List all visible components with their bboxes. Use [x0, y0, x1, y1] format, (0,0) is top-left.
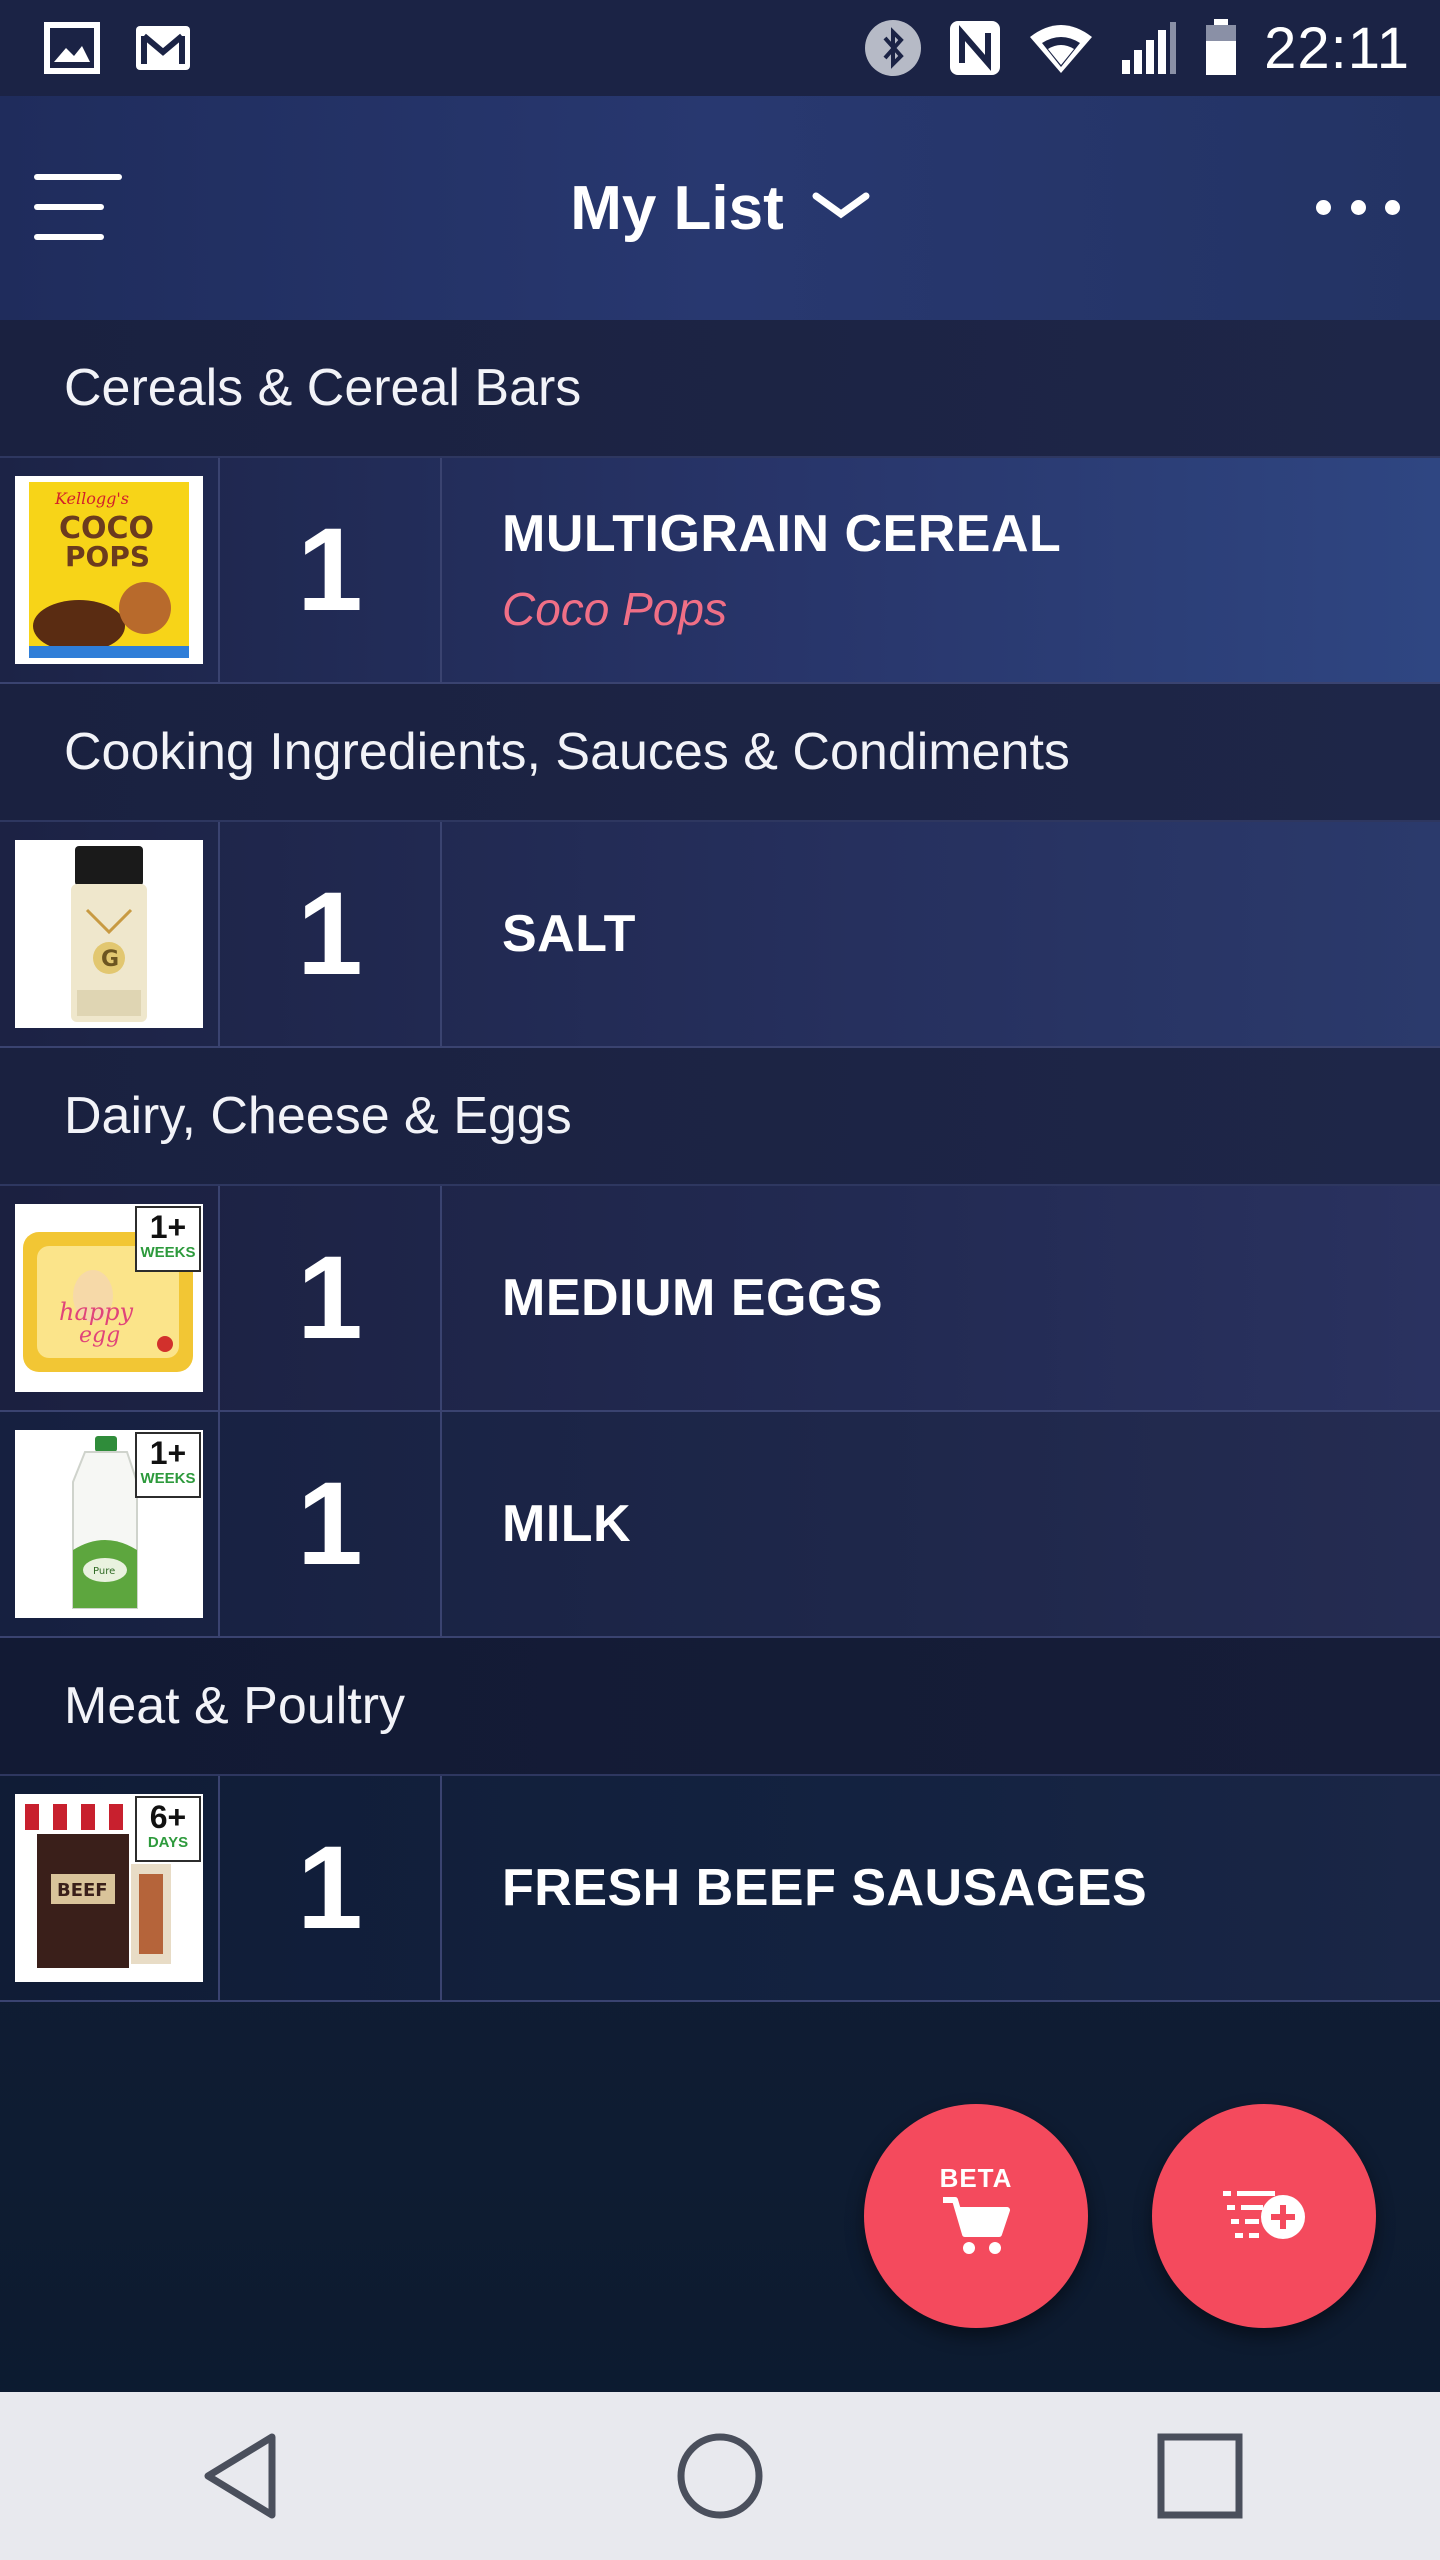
home-icon[interactable] — [640, 2416, 800, 2536]
svg-text:happy: happy — [59, 1298, 133, 1326]
list-item[interactable]: Pure 1+ WEEKS 1 MILK — [0, 1412, 1440, 1638]
freshness-badge: 1+ WEEKS — [135, 1206, 201, 1272]
scan-and-shop-button[interactable]: BETA — [864, 2104, 1088, 2328]
badge-unit: WEEKS — [140, 1470, 196, 1487]
item-quantity: 1 — [297, 1232, 363, 1364]
add-item-button[interactable] — [1152, 2104, 1376, 2328]
quantity-cell[interactable]: 1 — [220, 1412, 442, 1636]
svg-text:POPS: POPS — [65, 540, 150, 573]
item-name: SALT — [502, 905, 636, 963]
nfc-icon — [948, 19, 1002, 77]
item-brand: Coco Pops — [502, 583, 728, 635]
svg-text:egg: egg — [79, 1323, 120, 1348]
battery-icon — [1204, 19, 1238, 77]
recents-icon[interactable] — [1120, 2416, 1280, 2536]
list-item[interactable]: happy egg 1+ WEEKS 1 MEDIUM EGGS — [0, 1186, 1440, 1412]
product-image-salt: G — [15, 840, 203, 1028]
item-name-cell[interactable]: MILK — [442, 1412, 1440, 1636]
product-image-coco-pops: Kellogg's COCO POPS — [15, 476, 203, 664]
item-name: FRESH BEEF SAUSAGES — [502, 1859, 1148, 1917]
shopping-list: Cereals & Cereal Bars Kellogg's COCO POP… — [0, 320, 1440, 2002]
item-quantity: 1 — [297, 868, 363, 1000]
section-header: Meat & Poultry — [0, 1638, 1440, 1776]
list-item[interactable]: BEEF 6+ DAYS 1 FRESH BEEF SAUSAGES — [0, 1776, 1440, 2002]
badge-unit: WEEKS — [140, 1244, 196, 1261]
system-nav-bar — [0, 2392, 1440, 2560]
item-name-cell[interactable]: FRESH BEEF SAUSAGES — [442, 1776, 1440, 2000]
bluetooth-icon — [864, 19, 922, 77]
back-icon[interactable] — [160, 2416, 320, 2536]
thumbnail-cell: Kellogg's COCO POPS — [0, 458, 220, 682]
freshness-badge: 6+ DAYS — [135, 1796, 201, 1862]
badge-unit: DAYS — [147, 1834, 189, 1851]
item-name-cell[interactable]: MULTIGRAIN CEREAL Coco Pops — [442, 458, 1440, 682]
item-name: MILK — [502, 1495, 632, 1553]
chevron-down-icon — [812, 188, 870, 229]
thumbnail-cell: G — [0, 822, 220, 1046]
badge-value: 6+ — [149, 1799, 187, 1835]
list-item[interactable]: Kellogg's COCO POPS 1 MULTIGRAIN CEREAL … — [0, 458, 1440, 684]
gallery-icon — [44, 22, 100, 74]
quantity-cell[interactable]: 1 — [220, 1186, 442, 1410]
wifi-icon — [1028, 21, 1094, 75]
item-name-cell[interactable]: MEDIUM EGGS — [442, 1186, 1440, 1410]
quantity-cell[interactable]: 1 — [220, 822, 442, 1046]
thumbnail-cell: BEEF 6+ DAYS — [0, 1776, 220, 2000]
more-options-icon[interactable] — [1316, 192, 1400, 222]
item-name: MEDIUM EGGS — [502, 1269, 884, 1327]
thumbnail-cell: happy egg 1+ WEEKS — [0, 1186, 220, 1410]
list-item[interactable]: G 1 SALT — [0, 822, 1440, 1048]
section-header: Cereals & Cereal Bars — [0, 320, 1440, 458]
badge-value: 1+ — [149, 1209, 187, 1245]
svg-text:G: G — [101, 947, 119, 972]
quantity-cell[interactable]: 1 — [220, 1776, 442, 2000]
beta-label: BETA — [939, 2163, 1013, 2193]
thumbnail-cell: Pure 1+ WEEKS — [0, 1412, 220, 1636]
product-image-milk: Pure 1+ WEEKS — [15, 1430, 203, 1618]
section-header: Cooking Ingredients, Sauces & Condiments — [0, 684, 1440, 822]
status-bar: 22:11 — [0, 0, 1440, 96]
product-image-sausages: BEEF 6+ DAYS — [15, 1794, 203, 1982]
product-image-eggs: happy egg 1+ WEEKS — [15, 1204, 203, 1392]
page-title: My List — [570, 173, 784, 243]
freshness-badge: 1+ WEEKS — [135, 1432, 201, 1498]
item-quantity: 1 — [297, 504, 363, 636]
item-quantity: 1 — [297, 1822, 363, 1954]
list-selector[interactable]: My List — [0, 96, 1440, 320]
item-quantity: 1 — [297, 1458, 363, 1590]
section-header: Dairy, Cheese & Eggs — [0, 1048, 1440, 1186]
svg-text:Kellogg's: Kellogg's — [54, 489, 129, 508]
gmail-icon — [134, 24, 192, 72]
signal-icon — [1120, 20, 1178, 76]
clock: 22:11 — [1264, 15, 1410, 81]
svg-text:BEEF: BEEF — [57, 1880, 108, 1901]
badge-value: 1+ — [149, 1435, 187, 1471]
app-bar: My List — [0, 96, 1440, 320]
quantity-cell[interactable]: 1 — [220, 458, 442, 682]
add-to-list-icon — [1221, 2183, 1307, 2250]
shopping-cart-icon — [941, 2194, 1011, 2263]
item-name-cell[interactable]: SALT — [442, 822, 1440, 1046]
svg-text:Pure: Pure — [93, 1566, 115, 1577]
item-name: MULTIGRAIN CEREAL — [502, 505, 1062, 563]
